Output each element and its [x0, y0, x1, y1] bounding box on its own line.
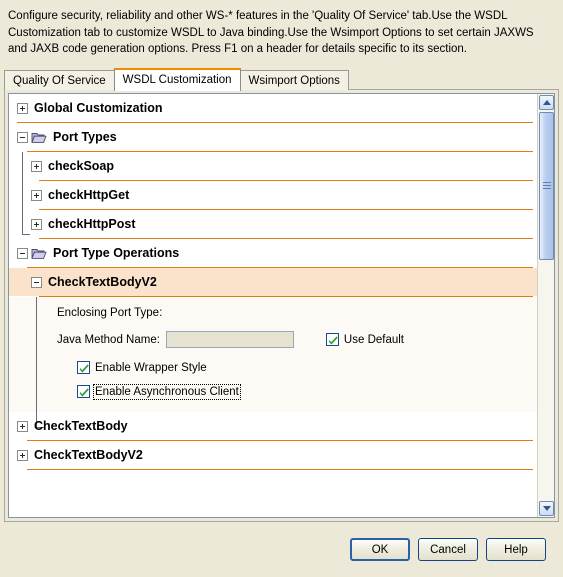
- plus-icon[interactable]: [31, 218, 42, 230]
- tree-row[interactable]: checkHttpGet: [9, 181, 537, 209]
- enable-wrapper-style-checkbox[interactable]: [77, 361, 90, 374]
- minus-icon[interactable]: [31, 276, 42, 288]
- tree-node-label: checkHttpPost: [48, 217, 136, 231]
- chevron-down-icon: [543, 506, 551, 511]
- folder-icon: [31, 131, 47, 144]
- tree-node-label: CheckTextBody: [34, 419, 128, 433]
- enable-async-client-checkbox[interactable]: [77, 385, 90, 398]
- dialog-description: Configure security, reliability and othe…: [8, 10, 537, 55]
- customization-tree-viewport: Global Customization Port Types checkSoa…: [8, 93, 555, 518]
- help-button[interactable]: Help: [486, 538, 546, 561]
- java-method-name-label: Java Method Name:: [57, 333, 160, 346]
- operation-detail-panel: Enclosing Port Type: Java Method Name: U…: [9, 297, 537, 428]
- tree-node-checktextbodyv2-selected: CheckTextBodyV2 Enclosing Port Type: Jav…: [9, 268, 537, 428]
- plus-icon[interactable]: [31, 189, 42, 201]
- tab-label: Wsimport Options: [248, 75, 340, 87]
- tree-node-label: Port Types: [53, 130, 117, 144]
- tree-node-checkhttppost: checkHttpPost: [9, 210, 537, 239]
- tree-node-checksoap: checkSoap: [9, 152, 537, 181]
- scroll-down-button[interactable]: [539, 501, 554, 516]
- tree-node-label: Port Type Operations: [53, 246, 180, 260]
- use-default-label: Use Default: [343, 333, 405, 346]
- tab-label: Quality Of Service: [13, 75, 106, 87]
- wsdl-customization-panel: Global Customization Port Types checkSoa…: [4, 89, 559, 522]
- scrollbar-grip: [543, 182, 551, 190]
- tree-connector-line: [36, 297, 37, 427]
- enable-wrapper-style-row: Enable Wrapper Style: [77, 361, 537, 374]
- tree-row-selected[interactable]: CheckTextBodyV2: [9, 268, 537, 296]
- cancel-button[interactable]: Cancel: [418, 538, 478, 561]
- scroll-up-button[interactable]: [539, 95, 554, 110]
- dialog-button-bar: OK Cancel Help: [0, 523, 563, 577]
- customization-tree: Global Customization Port Types checkSoa…: [9, 94, 537, 470]
- tree-node-label: CheckTextBodyV2: [48, 275, 157, 289]
- tree-row[interactable]: checkHttpPost: [9, 210, 537, 238]
- minus-icon[interactable]: [17, 131, 28, 143]
- tree-node-global-customization: Global Customization: [9, 94, 537, 123]
- tree-node-checktextbodyv2: CheckTextBodyV2: [9, 441, 537, 470]
- tree-row[interactable]: Port Type Operations: [9, 239, 537, 267]
- tree-row[interactable]: checkSoap: [9, 152, 537, 180]
- tree-node-label: Global Customization: [34, 101, 163, 115]
- tree-row[interactable]: Port Types: [9, 123, 537, 151]
- tab-quality-of-service[interactable]: Quality Of Service: [4, 70, 115, 90]
- tab-wsdl-customization[interactable]: WSDL Customization: [113, 68, 241, 91]
- tab-strip: Quality Of Service WSDL Customization Ws…: [4, 68, 349, 91]
- plus-icon[interactable]: [31, 160, 42, 172]
- plus-icon[interactable]: [17, 449, 28, 461]
- plus-icon[interactable]: [17, 420, 28, 432]
- java-method-name-row: Java Method Name: Use Default: [57, 331, 537, 348]
- tree-row[interactable]: CheckTextBody: [9, 412, 537, 440]
- tree-node-label: checkHttpGet: [48, 188, 130, 202]
- tree-node-port-types: Port Types checkSoap checkHttpGet checkH…: [9, 123, 537, 239]
- row-divider: [27, 469, 533, 470]
- minus-icon[interactable]: [17, 247, 28, 259]
- tab-wsimport-options[interactable]: Wsimport Options: [239, 70, 349, 90]
- tree-node-label: CheckTextBodyV2: [34, 448, 143, 462]
- enclosing-port-type-label: Enclosing Port Type:: [57, 307, 163, 319]
- tree-node-checkhttpget: checkHttpGet: [9, 181, 537, 210]
- use-default-checkbox-wrap: Use Default: [325, 333, 405, 346]
- scrollbar-thumb[interactable]: [539, 112, 554, 260]
- enable-wrapper-style-label: Enable Wrapper Style: [95, 361, 207, 374]
- ok-button[interactable]: OK: [350, 538, 410, 561]
- vertical-scrollbar[interactable]: [537, 94, 554, 517]
- tree-row[interactable]: Global Customization: [9, 94, 537, 122]
- tab-label: WSDL Customization: [122, 74, 232, 86]
- use-default-checkbox[interactable]: [325, 333, 339, 346]
- tree-node-checktextbody: CheckTextBody: [9, 412, 537, 441]
- check-icon: [328, 336, 338, 345]
- plus-icon[interactable]: [17, 102, 28, 114]
- folder-icon: [31, 247, 47, 260]
- tree-scroll-area[interactable]: Global Customization Port Types checkSoa…: [9, 94, 537, 517]
- chevron-up-icon: [543, 100, 551, 105]
- check-icon: [79, 388, 89, 397]
- tree-node-port-type-operations: Port Type Operations CheckTextBodyV2 Enc…: [9, 239, 537, 470]
- enable-async-client-label: Enable Asynchronous Client: [93, 383, 241, 400]
- check-icon: [79, 364, 89, 373]
- enable-async-client-row: Enable Asynchronous Client: [77, 383, 537, 400]
- tree-row[interactable]: CheckTextBodyV2: [9, 441, 537, 469]
- tree-node-label: checkSoap: [48, 159, 115, 173]
- java-method-name-input[interactable]: [165, 331, 294, 348]
